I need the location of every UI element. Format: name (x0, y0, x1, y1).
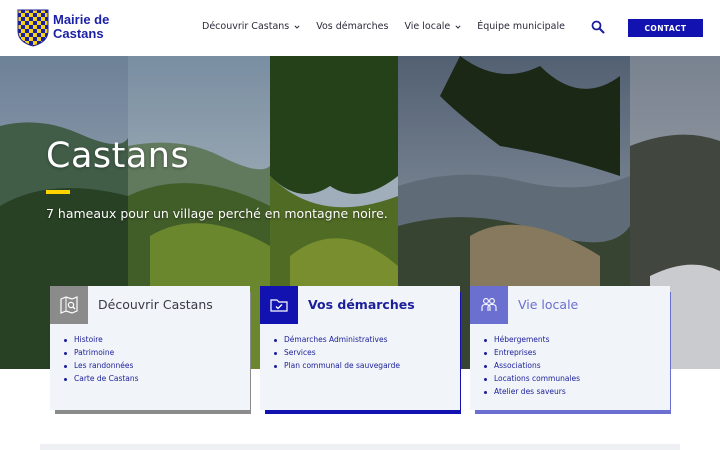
list-item[interactable]: Hébergements (482, 335, 580, 345)
nav-item-label: Équipe municipale (477, 21, 565, 32)
hero-title: Castans (46, 136, 190, 176)
card-title-demarches[interactable]: Vos démarches (308, 297, 415, 312)
list-item[interactable]: Entreprises (482, 348, 580, 358)
people-icon (481, 298, 497, 311)
list-item[interactable]: Plan communal de sauvegarde (272, 361, 400, 371)
site-title-line2: Castans (53, 26, 104, 41)
list-item[interactable]: Les randonnées (62, 361, 139, 371)
card-icon-box (50, 286, 88, 324)
list-item[interactable]: Locations communales (482, 374, 580, 384)
list-item[interactable]: Patrimoine (62, 348, 139, 358)
folder-check-icon (270, 299, 288, 312)
nav-item-label: Vie locale (404, 21, 451, 32)
card-icon-box (260, 286, 298, 324)
site-title[interactable]: Mairie de Castans (53, 13, 109, 41)
main-nav: Découvrir Castans Vos démarches Vie loca… (202, 21, 581, 32)
coat-of-arms-logo[interactable] (17, 9, 49, 47)
card-body: Découvrir Castans Histoire Patrimoine Le… (50, 286, 250, 410)
site-title-line1: Mairie de (53, 12, 110, 27)
chevron-down-icon (294, 24, 300, 29)
nav-item-vie-locale[interactable]: Vie locale (404, 21, 461, 32)
card-link-list: Histoire Patrimoine Les randonnées Carte… (62, 335, 139, 388)
card-title-decouvrir[interactable]: Découvrir Castans (98, 297, 213, 312)
card-icon-box (470, 286, 508, 324)
nav-item-demarches[interactable]: Vos démarches (316, 21, 388, 32)
list-item[interactable]: Atelier des saveurs (482, 387, 580, 397)
nav-item-label: Découvrir Castans (202, 21, 290, 32)
list-item[interactable]: Carte de Castans (62, 374, 139, 384)
hero-subtitle: 7 hameaux pour un village perché en mont… (46, 206, 388, 221)
card-body: Vie locale Hébergements Entreprises Asso… (470, 286, 670, 410)
card-title-vie-locale[interactable]: Vie locale (518, 297, 578, 312)
card-body: Vos démarches Démarches Administratives … (260, 286, 460, 410)
next-section-strip (40, 444, 680, 450)
list-item[interactable]: Associations (482, 361, 580, 371)
card-decouvrir: Découvrir Castans Histoire Patrimoine Le… (50, 286, 251, 414)
list-item[interactable]: Démarches Administratives (272, 335, 400, 345)
nav-item-label: Vos démarches (316, 21, 389, 32)
nav-item-decouvrir[interactable]: Découvrir Castans (202, 21, 300, 32)
card-link-list: Démarches Administratives Services Plan … (272, 335, 400, 375)
site-header: Mairie de Castans Découvrir Castans Vos … (0, 0, 720, 56)
chevron-down-icon (455, 24, 461, 29)
contact-button[interactable]: CONTACT (628, 19, 703, 37)
map-search-icon (60, 296, 78, 314)
card-demarches: Vos démarches Démarches Administratives … (260, 286, 461, 414)
hero-accent-bar (46, 190, 70, 194)
search-icon[interactable] (591, 20, 605, 34)
list-item[interactable]: Histoire (62, 335, 139, 345)
card-link-list: Hébergements Entreprises Associations Lo… (482, 335, 580, 401)
card-vie-locale: Vie locale Hébergements Entreprises Asso… (470, 286, 671, 414)
list-item[interactable]: Services (272, 348, 400, 358)
nav-item-equipe[interactable]: Équipe municipale (477, 21, 565, 32)
